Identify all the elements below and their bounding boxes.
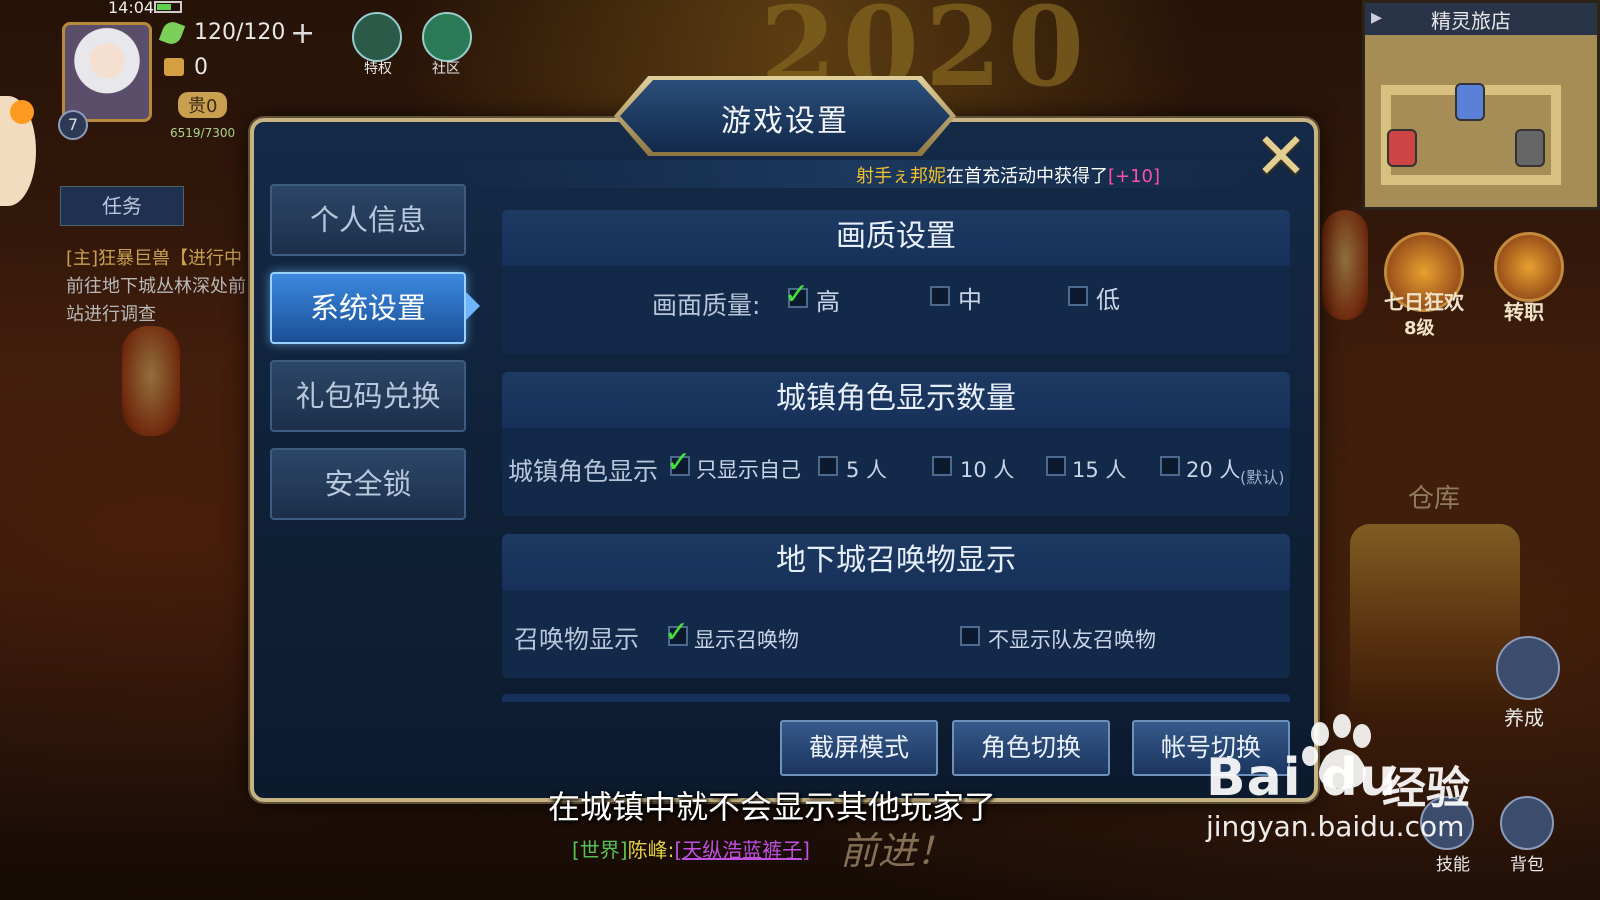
clock-time: 14:04 — [108, 0, 155, 17]
hide-ally-summons-checkbox[interactable] — [960, 626, 980, 646]
dialog-title: 游戏设置 — [721, 104, 849, 139]
quality-low-checkbox[interactable] — [1068, 286, 1088, 306]
privilege-label: 特权 — [364, 61, 392, 77]
task-line-3[interactable]: 站进行调查 — [66, 300, 256, 326]
experience-readout: 6519/7300 — [170, 126, 236, 140]
notification-dot — [10, 100, 34, 124]
check-icon: ✓ — [784, 277, 810, 312]
coin-count: 0 — [194, 55, 208, 80]
task-line-1[interactable]: [主]狂暴巨兽【进行中 — [66, 244, 256, 270]
town-display-section-header: 城镇角色显示数量 — [502, 372, 1290, 428]
baidu-watermark-brand: Bai du — [1206, 748, 1397, 808]
announcement-player-name: 射手ぇ邦妮 — [856, 166, 946, 187]
minimap-collapse-icon[interactable]: ▸ — [1371, 5, 1382, 30]
chat-item-link[interactable]: [天纵浩蓝裤子] — [674, 838, 810, 862]
town-10-checkbox[interactable] — [932, 456, 952, 476]
chat-sender[interactable]: 陈峰: — [628, 838, 675, 862]
nav-security-lock[interactable]: 安全锁 — [270, 448, 466, 520]
world-chat-line[interactable]: [世界]陈峰:[天纵浩蓝裤子] — [572, 834, 810, 863]
scroll-edge-divider — [502, 694, 1290, 702]
quality-section-header: 画质设置 — [502, 210, 1290, 266]
check-icon: ✓ — [666, 445, 692, 480]
minimap-title: 精灵旅店 — [1431, 9, 1511, 33]
minimap-npc-marker — [1387, 129, 1417, 167]
announcement-text: 射手ぇ邦妮在首充活动中获得了[+10] — [856, 162, 1160, 188]
town-20-checkbox[interactable] — [1160, 456, 1180, 476]
screenshot-mode-button[interactable]: 截屏模式 — [780, 720, 938, 776]
minimap-npc-marker — [1455, 83, 1485, 121]
summon-display-label: 召唤物显示 — [514, 625, 640, 654]
hide-ally-summons-label[interactable]: 不显示队友召唤物 — [988, 624, 1156, 654]
baidu-watermark-jingyan: 经验 — [1382, 763, 1470, 814]
town-5-checkbox[interactable] — [818, 456, 838, 476]
check-icon: ✓ — [664, 615, 690, 650]
town-display-label: 城镇角色显示 — [508, 457, 659, 486]
coin-icon — [164, 58, 184, 76]
quality-low-label[interactable]: 低 — [1096, 280, 1120, 315]
town-5-label[interactable]: 5 人 — [846, 454, 887, 484]
task-line-2[interactable]: 前往地下城丛林深处前 — [66, 272, 256, 298]
town-15-checkbox[interactable] — [1046, 456, 1066, 476]
task-tab[interactable]: 任务 — [60, 186, 184, 226]
seven-day-event-label: 七日狂欢 — [1384, 290, 1464, 314]
stamina-value: 120/120 — [194, 20, 286, 45]
active-nav-pointer-icon — [466, 292, 480, 320]
nav-personal-info[interactable]: 个人信息 — [270, 184, 466, 256]
community-label: 社区 — [432, 61, 460, 77]
bag-label: 背包 — [1510, 855, 1544, 875]
quality-medium-checkbox[interactable] — [930, 286, 950, 306]
minimap[interactable]: ▸ 精灵旅店 — [1362, 0, 1600, 210]
switch-role-button[interactable]: 角色切换 — [952, 720, 1110, 776]
minimap-npc-marker — [1515, 129, 1545, 167]
town-self-only-label[interactable]: 只显示自己 — [696, 454, 801, 484]
summon-display-section-header: 地下城召唤物显示 — [502, 534, 1290, 590]
town-20-label[interactable]: 20 人 — [1186, 454, 1240, 484]
town-display-section: 城镇角色显示数量 — [502, 372, 1290, 516]
summon-display-section: 地下城召唤物显示 — [502, 534, 1290, 678]
quality-label: 画面质量: — [652, 291, 761, 320]
seven-day-event-level: 8级 — [1404, 318, 1435, 339]
baidu-watermark-url: jingyan.baidu.com — [1206, 810, 1465, 843]
nav-system-settings[interactable]: 系统设置 — [270, 272, 466, 344]
chat-channel-tag: [世界] — [572, 838, 628, 862]
announcement-reward: [+10] — [1108, 166, 1161, 187]
vip-badge[interactable]: 贵0 — [178, 92, 228, 118]
announcement-message: 在首充活动中获得了 — [946, 166, 1108, 187]
video-caption: 在城镇中就不会显示其他玩家了 — [548, 788, 997, 826]
skills-label: 技能 — [1436, 855, 1470, 875]
job-change-label: 转职 — [1504, 300, 1544, 324]
town-15-label[interactable]: 15 人 — [1072, 454, 1126, 484]
quality-medium-label[interactable]: 中 — [958, 280, 982, 315]
nurture-book-icon[interactable] — [1496, 636, 1560, 700]
default-tag: (默认) — [1240, 468, 1285, 487]
nav-gift-code[interactable]: 礼包码兑换 — [270, 360, 466, 432]
bag-icon[interactable] — [1500, 796, 1554, 850]
quality-high-label[interactable]: 高 — [816, 282, 840, 317]
forward-prompt-text: 前进！ — [840, 829, 955, 873]
add-stamina-button[interactable]: + — [290, 16, 315, 51]
community-icon[interactable] — [422, 12, 472, 62]
nurture-label: 养成 — [1504, 706, 1544, 730]
player-level-badge: 7 — [58, 110, 88, 140]
player-avatar[interactable] — [62, 22, 152, 122]
show-summons-label[interactable]: 显示召唤物 — [694, 624, 799, 654]
town-10-label[interactable]: 10 人 — [960, 454, 1014, 484]
quality-section: 画质设置 — [502, 210, 1290, 354]
job-change-icon[interactable] — [1494, 232, 1564, 302]
battery-icon — [154, 1, 182, 13]
close-icon[interactable]: ✕ — [1254, 125, 1308, 190]
privilege-icon[interactable] — [352, 12, 402, 62]
